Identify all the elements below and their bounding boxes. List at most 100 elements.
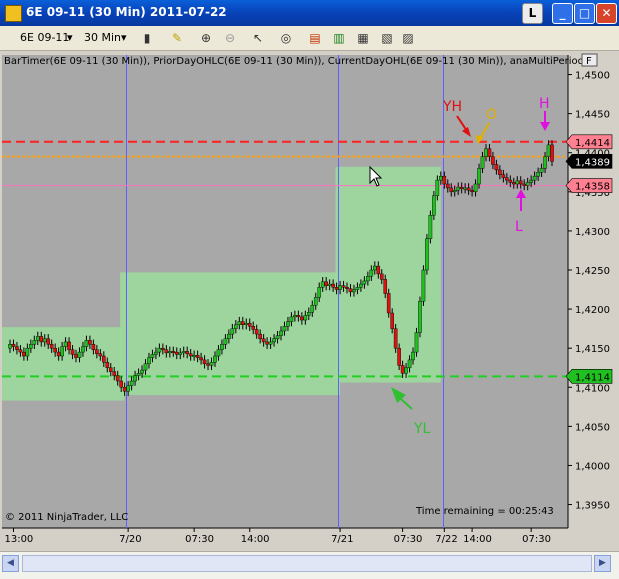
annotation-o: O xyxy=(486,107,497,123)
price-axis xyxy=(568,55,619,528)
candle-body xyxy=(404,367,408,374)
price-tag-label: 1,4389 xyxy=(575,157,610,168)
candle-body xyxy=(418,301,422,333)
price-tick-label: 1,4450 xyxy=(575,110,610,121)
instrument-selector[interactable]: 6E 09-11 xyxy=(20,30,69,46)
time-tick-label: 14:00 xyxy=(241,534,270,545)
candle-body xyxy=(49,344,54,349)
candle-body xyxy=(8,344,12,349)
interval-dropdown-icon[interactable]: ▾ xyxy=(121,30,127,46)
candle-body xyxy=(494,164,499,171)
price-tag-label: 1,4114 xyxy=(575,372,610,383)
price-tick-label: 1,4150 xyxy=(575,344,610,355)
time-tick-label: 14:00 xyxy=(463,534,492,545)
data-box-icon[interactable]: ◎ xyxy=(278,30,294,46)
candle-body xyxy=(373,265,377,271)
candle-body xyxy=(140,369,144,374)
candle-body xyxy=(550,144,554,162)
candle-body xyxy=(77,351,82,358)
scroll-thumb[interactable] xyxy=(22,555,592,572)
candle-body xyxy=(359,283,363,288)
candle-body xyxy=(181,351,186,354)
templates-icon[interactable]: ▨ xyxy=(400,30,416,46)
price-tick-label: 1,4500 xyxy=(575,71,610,82)
drawing-tool-icon[interactable]: ✎ xyxy=(169,30,185,46)
price-tick-label: 1,4200 xyxy=(575,305,610,316)
candle-body xyxy=(213,355,217,363)
candle-body xyxy=(411,351,415,361)
maximize-button[interactable]: □ xyxy=(574,3,595,24)
scroll-right-icon[interactable]: ▶ xyxy=(594,555,611,572)
candle-body xyxy=(136,373,141,376)
candle-body xyxy=(331,283,335,288)
candle-body xyxy=(22,351,26,357)
pointer-tool-icon[interactable]: ↖ xyxy=(250,30,266,46)
candle-body xyxy=(112,371,117,376)
candle-body xyxy=(397,347,401,366)
strategies-icon[interactable]: ▦ xyxy=(355,30,371,46)
candle-body xyxy=(400,365,405,374)
time-tick-label: 07:30 xyxy=(185,534,214,545)
candle-body xyxy=(251,326,256,330)
app-icon xyxy=(5,5,22,22)
candle-body xyxy=(216,349,221,357)
zoom-in-icon[interactable]: ⊕ xyxy=(198,30,214,46)
candle xyxy=(421,265,426,306)
candle-body xyxy=(383,279,388,294)
candle-body xyxy=(272,338,276,343)
chart-panel[interactable]: 1,45001,44501,44001,43501,43001,42501,42… xyxy=(0,51,619,548)
candle-body xyxy=(303,315,308,321)
price-chart[interactable]: 1,45001,44501,44001,43501,43001,42501,42… xyxy=(0,51,619,548)
candle-body xyxy=(174,351,179,355)
candle-body xyxy=(206,363,210,366)
candle-body xyxy=(352,289,356,293)
time-tick-label: 07:30 xyxy=(522,534,551,545)
candle-body xyxy=(515,180,520,185)
indicators-icon[interactable]: ▥ xyxy=(331,30,347,46)
scroll-left-icon[interactable]: ◀ xyxy=(2,555,19,572)
price-tick-label: 1,4250 xyxy=(575,266,610,277)
candle-body xyxy=(91,344,96,350)
properties-icon[interactable]: ▧ xyxy=(379,30,395,46)
candle-body xyxy=(35,336,40,341)
chart-trader-icon[interactable]: ▤ xyxy=(307,30,323,46)
link-button[interactable]: L xyxy=(522,3,543,24)
candle-body xyxy=(428,215,433,239)
chart-toolbar: 6E 09-11 ▾ 30 Min ▾ ▮ ✎ ⊕ ⊖ ↖ ◎ ▤ ▥ ▦ ▧ … xyxy=(0,26,619,51)
candle-body xyxy=(171,351,176,354)
zoom-out-icon[interactable]: ⊖ xyxy=(222,30,238,46)
f-box-label: F xyxy=(586,56,592,67)
minimize-button[interactable]: _ xyxy=(552,3,573,24)
candle-body xyxy=(192,355,196,357)
candle-body xyxy=(348,288,353,293)
horizontal-scrollbar[interactable]: ◀ ▶ xyxy=(0,551,619,579)
candle-body xyxy=(67,341,71,350)
interval-selector[interactable]: 30 Min xyxy=(84,30,121,46)
candle-body xyxy=(244,322,249,325)
candle-body xyxy=(393,328,398,349)
annotation-yl: YL xyxy=(413,421,431,437)
candle-body xyxy=(53,347,57,353)
bar-type-icon[interactable]: ▮ xyxy=(139,30,155,46)
candle-body xyxy=(491,156,495,165)
candle-body xyxy=(84,340,89,347)
candle-body xyxy=(473,183,478,193)
candle-body xyxy=(178,352,183,355)
candle-body xyxy=(95,349,99,354)
instrument-dropdown-icon[interactable]: ▾ xyxy=(67,30,73,46)
annotation-h: H xyxy=(539,96,550,112)
candle-body xyxy=(261,338,266,343)
candle-body xyxy=(421,269,426,302)
candle-body xyxy=(102,355,106,363)
time-tick-label: 7/21 xyxy=(331,534,353,545)
candle-body xyxy=(477,168,481,185)
candle-body xyxy=(487,148,492,157)
time-tick-label: 07:30 xyxy=(394,534,423,545)
candle-body xyxy=(456,186,460,191)
candle-body xyxy=(334,286,339,290)
candle-body xyxy=(386,293,391,314)
candle-body xyxy=(452,190,457,193)
candle-body xyxy=(300,316,304,321)
close-button[interactable]: ✕ xyxy=(596,3,617,24)
candle-body xyxy=(240,321,245,325)
